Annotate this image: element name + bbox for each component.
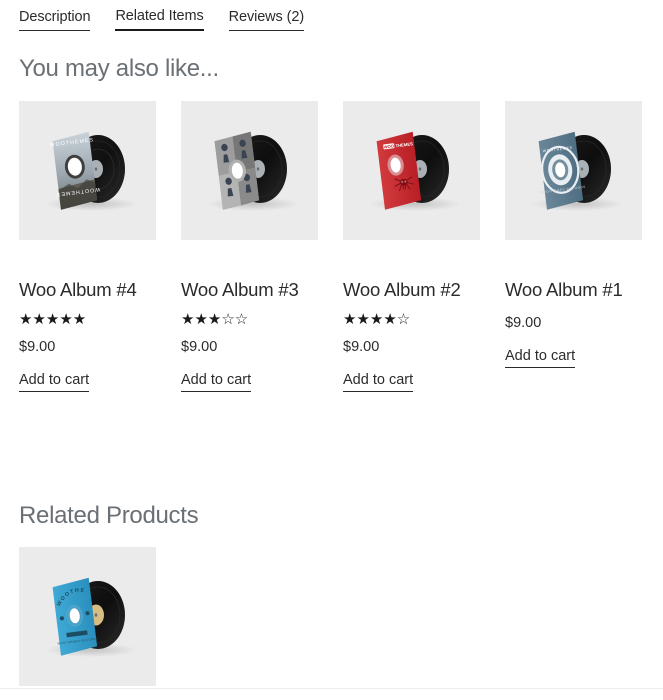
product-card: WOOTHEMES WOOTHEMES RECORDS Woo Album #1… — [505, 101, 642, 392]
product-thumbnail[interactable]: WOOTHEMES WOOTHEMES RECORDS — [505, 101, 642, 240]
product-rating: ★★★★☆ — [343, 311, 411, 328]
product-price: $9.00 — [181, 339, 218, 355]
tab-reviews[interactable]: Reviews (2) — [228, 8, 304, 31]
product-thumbnail[interactable] — [181, 101, 318, 240]
you-may-also-like-grid: WOOTHEMES WOOTHEMES Woo Album #4 ★★★★★ $… — [19, 101, 663, 392]
product-tabs-page: Description Related Items Reviews (2) Yo… — [0, 0, 663, 700]
related-products-grid: WOOTHEMES WOOTHEMES RECORDS — [19, 547, 663, 686]
product-rating: ★★★☆☆ — [181, 311, 249, 328]
product-price: $9.00 — [343, 339, 380, 355]
woo-album-3-cover-icon — [207, 131, 299, 211]
product-title[interactable]: Woo Album #4 — [19, 276, 156, 304]
add-to-cart-button[interactable]: Add to cart — [181, 371, 252, 392]
product-thumbnail[interactable]: WOOTHEMES WOOTHEMES — [19, 101, 156, 240]
product-rating: ★★★★★ — [19, 311, 87, 328]
you-may-also-like-heading: You may also like... — [19, 55, 219, 82]
product-title[interactable]: Woo Album #1 — [505, 276, 642, 304]
related-products-heading: Related Products — [19, 502, 199, 529]
product-card: Woo Album #3 ★★★☆☆ $9.00 Add to cart — [181, 101, 318, 392]
add-to-cart-button[interactable]: Add to cart — [343, 371, 414, 392]
product-thumbnail[interactable]: WOOTHEMES WOOTHEMES RECORDS — [19, 547, 156, 686]
woo-album-2-cover-icon: WOO THEMES — [369, 131, 461, 211]
add-to-cart-button[interactable]: Add to cart — [19, 371, 90, 392]
product-card: WOO THEMES Woo Album #2 ★★★★☆ $9.00 Add … — [343, 101, 480, 392]
product-title[interactable]: Woo Album #2 — [343, 276, 480, 304]
product-price: $9.00 — [19, 339, 56, 355]
tab-description[interactable]: Description — [19, 8, 91, 31]
product-thumbnail[interactable]: WOO THEMES — [343, 101, 480, 240]
bottom-divider — [0, 688, 663, 689]
product-card: WOOTHEMES WOOTHEMES RECORDS — [19, 547, 156, 686]
woo-logo-album-cover-icon: WOOTHEMES WOOTHEMES RECORDS — [19, 547, 137, 657]
product-tabs: Description Related Items Reviews (2) — [19, 7, 304, 31]
add-to-cart-button[interactable]: Add to cart — [505, 347, 576, 368]
tab-related-items[interactable]: Related Items — [115, 7, 204, 31]
product-title[interactable]: Woo Album #3 — [181, 276, 318, 304]
product-card: WOOTHEMES WOOTHEMES Woo Album #4 ★★★★★ $… — [19, 101, 156, 392]
woo-album-1-cover-icon: WOOTHEMES WOOTHEMES RECORDS — [531, 131, 623, 211]
woo-album-4-cover-icon: WOOTHEMES WOOTHEMES — [45, 131, 137, 211]
product-price: $9.00 — [505, 315, 542, 331]
